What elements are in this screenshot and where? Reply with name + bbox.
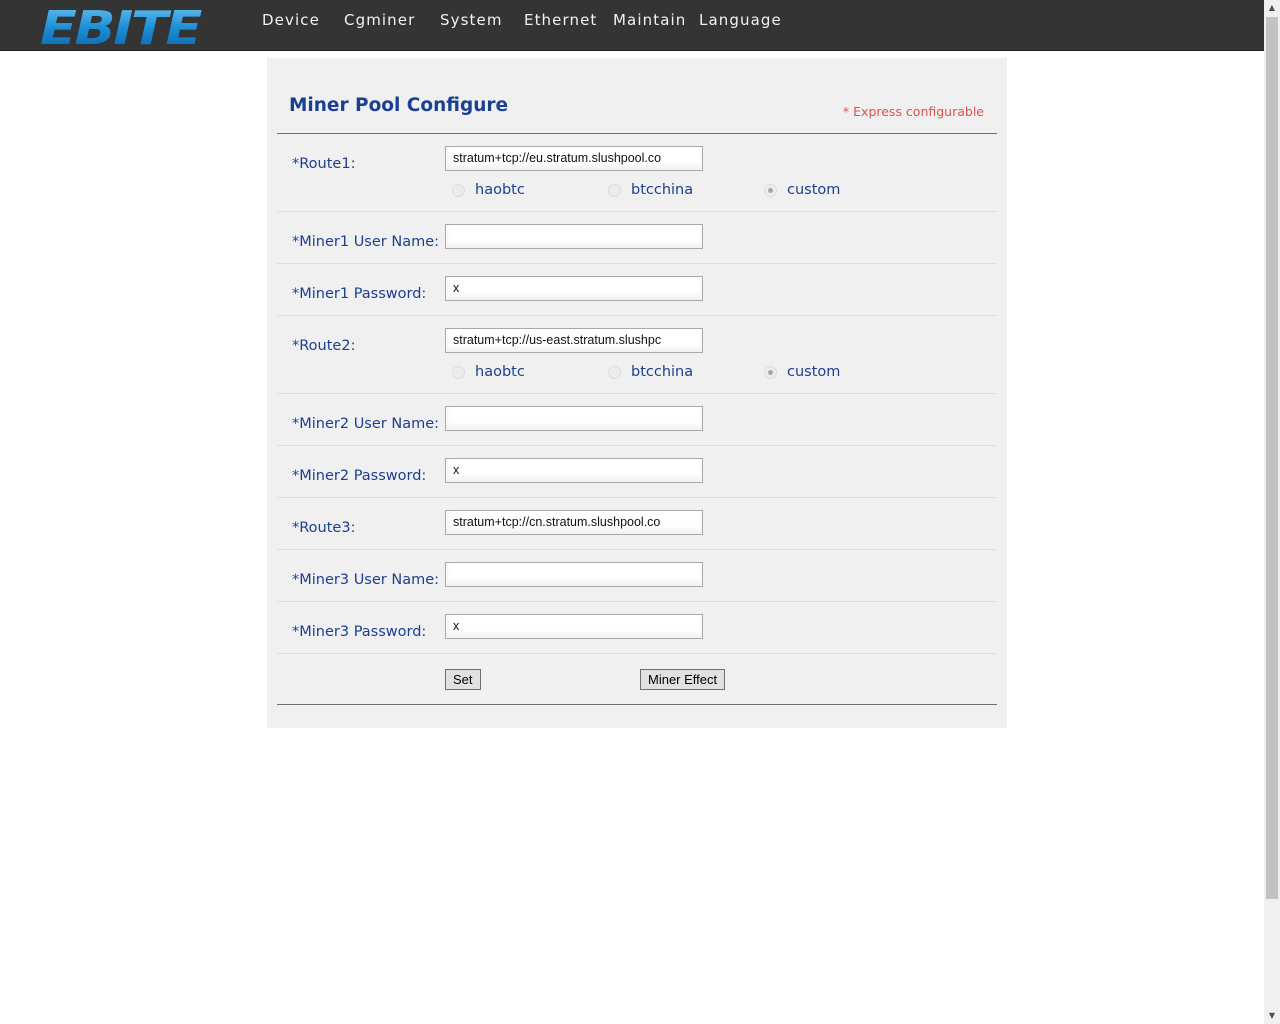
radio-circle-selected[interactable] bbox=[764, 184, 777, 197]
route2-label: *Route2: bbox=[292, 338, 356, 354]
set-button[interactable]: Set bbox=[445, 669, 481, 690]
miner2-password-input[interactable]: x bbox=[445, 458, 703, 483]
page-title: Miner Pool Configure bbox=[289, 95, 509, 116]
radio-label: custom bbox=[787, 364, 841, 380]
radio-circle[interactable] bbox=[452, 366, 465, 379]
miner1-user-label: *Miner1 User Name: bbox=[292, 234, 440, 250]
express-note: * Express configurable bbox=[842, 104, 984, 119]
miner3-password-row: *Miner3 Password: x bbox=[277, 602, 997, 654]
miner1-user-row: *Miner1 User Name: bbox=[277, 212, 997, 264]
top-nav-bar: EBITE Device Cgminer System Ethernet Mai… bbox=[0, 0, 1264, 51]
miner3-password-input[interactable]: x bbox=[445, 614, 703, 639]
miner2-password-row: *Miner2 Password: x bbox=[277, 446, 997, 498]
route3-label: *Route3: bbox=[292, 520, 356, 536]
miner2-user-label: *Miner2 User Name: bbox=[292, 416, 440, 432]
radio-label: btcchina bbox=[631, 364, 694, 380]
miner1-password-input[interactable]: x bbox=[445, 276, 703, 301]
radio-label: custom bbox=[787, 182, 841, 198]
miner3-user-label: *Miner3 User Name: bbox=[292, 572, 440, 588]
miner1-password-label: *Miner1 Password: bbox=[292, 286, 427, 302]
route1-row: *Route1: stratum+tcp://eu.stratum.slushp… bbox=[277, 134, 997, 212]
nav-cgminer[interactable]: Cgminer bbox=[344, 11, 415, 29]
miner2-user-row: *Miner2 User Name: bbox=[277, 394, 997, 446]
radio-label: btcchina bbox=[631, 182, 694, 198]
nav-ethernet[interactable]: Ethernet bbox=[524, 11, 597, 29]
miner2-user-input[interactable] bbox=[445, 406, 703, 431]
divider bbox=[277, 704, 997, 705]
scroll-up-arrow-icon[interactable]: ▲ bbox=[1264, 0, 1280, 16]
route2-url-input[interactable]: stratum+tcp://us-east.stratum.slushpc bbox=[445, 328, 703, 353]
scroll-thumb[interactable] bbox=[1266, 17, 1278, 899]
miner-pool-panel: Miner Pool Configure * Express configura… bbox=[267, 58, 1007, 728]
miner2-password-label: *Miner2 Password: bbox=[292, 468, 427, 484]
miner1-password-row: *Miner1 Password: x bbox=[277, 264, 997, 316]
miner-effect-button[interactable]: Miner Effect bbox=[640, 669, 726, 690]
route2-row: *Route2: stratum+tcp://us-east.stratum.s… bbox=[277, 316, 997, 394]
nav-maintain[interactable]: Maintain bbox=[613, 11, 686, 29]
radio-circle-selected[interactable] bbox=[764, 366, 777, 379]
route1-label: *Route1: bbox=[292, 156, 356, 172]
nav-language[interactable]: Language bbox=[699, 11, 782, 29]
miner3-user-input[interactable] bbox=[445, 562, 703, 587]
route1-url-input[interactable]: stratum+tcp://eu.stratum.slushpool.co bbox=[445, 146, 703, 171]
nav-device[interactable]: Device bbox=[262, 11, 320, 29]
radio-circle[interactable] bbox=[452, 184, 465, 197]
scroll-down-arrow-icon[interactable]: ▼ bbox=[1264, 1008, 1280, 1024]
miner3-password-label: *Miner3 Password: bbox=[292, 624, 427, 640]
logo-text: EBITE bbox=[40, 4, 202, 48]
vertical-scrollbar[interactable]: ▲ ▼ bbox=[1264, 0, 1280, 1024]
ebite-logo[interactable]: EBITE bbox=[38, 4, 204, 48]
nav-system[interactable]: System bbox=[440, 11, 503, 29]
miner3-user-row: *Miner3 User Name: bbox=[277, 550, 997, 602]
route3-row: *Route3: stratum+tcp://cn.stratum.slushp… bbox=[277, 498, 997, 550]
route3-url-input[interactable]: stratum+tcp://cn.stratum.slushpool.co bbox=[445, 510, 703, 535]
miner1-user-input[interactable] bbox=[445, 224, 703, 249]
radio-label: haobtc bbox=[475, 182, 525, 198]
radio-circle[interactable] bbox=[608, 184, 621, 197]
radio-circle[interactable] bbox=[608, 366, 621, 379]
radio-label: haobtc bbox=[475, 364, 525, 380]
